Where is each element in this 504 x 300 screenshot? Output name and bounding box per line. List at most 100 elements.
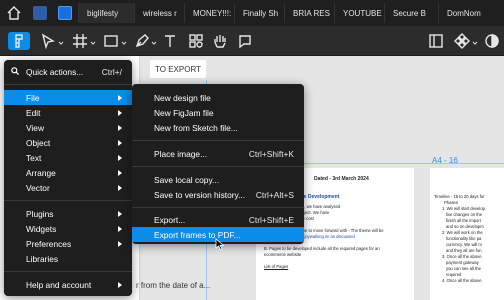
menu-item-label: File [26,92,40,103]
menu-item-label: Edit [26,107,41,118]
main-menu-icon[interactable] [8,32,30,50]
submenu-arrow-icon [118,185,122,191]
menu-item-label: Text [26,152,42,163]
doc-line: List of Pages [264,264,289,269]
menu-item-label: Save to version history... [154,189,246,200]
tab-money[interactable]: MONEY!!!: [184,3,234,23]
rectangle-tool-icon[interactable] [103,33,119,49]
tab-bria[interactable]: BRIA RES [284,3,334,23]
tab-label: BRIA RES [293,8,330,18]
submenu-arrow-icon [118,110,122,116]
menu-item-text[interactable]: Text [4,150,132,165]
menu-item-widgets[interactable]: Widgets [4,221,132,236]
tab-wireless[interactable]: wireless r [134,3,184,23]
submenu-arrow-icon [118,241,122,247]
frame-label: A4 - 16 [432,156,458,165]
chevron-down-icon[interactable] [151,38,157,45]
app-tab-icon-active[interactable] [58,6,72,20]
menu-item-new-design-file[interactable]: New design file [132,90,304,105]
menu-item-object[interactable]: Object [4,135,132,150]
tab-secure[interactable]: Secure B [384,3,438,23]
menu-item-export[interactable]: Export... Ctrl+Shift+E [132,212,304,227]
menu-divider [132,207,304,208]
menu-item-label: New from Sketch file... [154,122,238,133]
to-export-section-label[interactable]: TO EXPORT [150,60,206,78]
chevron-down-icon[interactable] [58,38,64,45]
menu-item-label: Object [26,137,51,148]
tab-label: wireless r [143,8,177,18]
tab-label: biglifesty [87,8,119,18]
tab-biglifestyle[interactable]: biglifesty [78,3,134,23]
menu-item-label: New FigJam file [154,107,214,118]
menu-item-view[interactable]: View [4,120,132,135]
submenu-arrow-icon [118,226,122,232]
components-icon[interactable] [454,33,470,49]
tab-label: MONEY!!!: [193,8,232,18]
text-tool-icon[interactable] [162,33,178,49]
menu-item-shortcut: Ctrl+Alt+S [255,189,294,200]
menu-item-new-figjam-file[interactable]: New FigJam file [132,105,304,120]
menu-item-label: Widgets [26,223,57,234]
menu-divider [4,84,132,85]
menu-divider [132,140,304,141]
menu-item-preferences[interactable]: Preferences [4,236,132,251]
doc-line: 4. Once all the above [442,278,482,283]
canvas-text-snippet: r from the date of a... [136,281,211,290]
menu-item-label: Help and account [26,279,92,290]
move-tool-icon[interactable] [40,33,56,50]
menu-item-shortcut: Ctrl+Shift+E [248,214,294,225]
menu-item-libraries[interactable]: Libraries [4,251,132,266]
document-frame-a4-16[interactable]: Timeline - 15 to 20 days for Phases 1. W… [430,168,504,300]
menu-item-arrange[interactable]: Arrange [4,165,132,180]
menu-divider [132,166,304,167]
submenu-arrow-icon [118,95,122,101]
browser-tab-bar: biglifesty wireless r MONEY!!!: Finally … [0,0,504,26]
submenu-arrow-icon [118,155,122,161]
tab-domnom[interactable]: DomNom [438,3,504,23]
menu-item-file[interactable]: File [4,90,132,105]
menu-item-vector[interactable]: Vector [4,180,132,195]
resources-icon[interactable] [188,33,204,49]
tab-label: YOUTUBE [343,8,382,18]
menu-item-label: Export... [154,214,186,225]
menu-item-label: Libraries [26,253,59,264]
submenu-arrow-icon [118,125,122,131]
pen-tool-icon[interactable] [134,33,150,49]
menu-item-label: Export frames to PDF... [154,229,241,240]
menu-item-help-and-account[interactable]: Help and account [4,277,132,292]
submenu-arrow-icon [118,140,122,146]
hand-tool-icon[interactable] [212,33,228,49]
search-icon [11,67,20,76]
menu-item-plugins[interactable]: Plugins [4,206,132,221]
menu-item-save-local-copy[interactable]: Save local copy... [132,172,304,187]
menu-item-shortcut: Ctrl+Shift+K [248,148,294,159]
tab-label: Secure B [393,8,426,18]
theme-toggle-icon[interactable] [484,33,500,49]
menu-divider [4,200,132,201]
comment-tool-icon[interactable] [237,33,253,49]
chevron-down-icon[interactable] [472,38,478,45]
menu-item-save-to-version-history[interactable]: Save to version history... Ctrl+Alt+S [132,187,304,202]
menu-item-label: Vector [26,182,50,193]
menu-item-label: Save local copy... [154,174,220,185]
tab-label: DomNom [447,8,481,18]
menu-item-label: New design file [154,92,211,103]
frame-tool-icon[interactable] [72,33,88,49]
quick-actions-search[interactable]: Quick actions... Ctrl+/ [4,64,132,79]
menu-item-edit[interactable]: Edit [4,105,132,120]
chevron-down-icon[interactable] [121,38,127,45]
quick-actions-label: Quick actions... [26,66,84,77]
app-tab-icon[interactable] [33,6,47,20]
tab-youtube[interactable]: YOUTUBE [334,3,384,23]
menu-item-label: View [26,122,45,133]
menu-divider [4,271,132,272]
submenu-arrow-icon [118,170,122,176]
menu-item-label: Place image... [154,148,208,159]
chevron-down-icon[interactable] [90,38,96,45]
menu-item-place-image[interactable]: Place image... Ctrl+Shift+K [132,146,304,161]
panel-toggle-icon[interactable] [428,33,444,49]
tab-finally[interactable]: Finally Sh [234,3,284,23]
home-icon[interactable] [6,5,22,21]
menu-item-label: Plugins [26,208,54,219]
menu-item-new-from-sketch[interactable]: New from Sketch file... [132,120,304,135]
